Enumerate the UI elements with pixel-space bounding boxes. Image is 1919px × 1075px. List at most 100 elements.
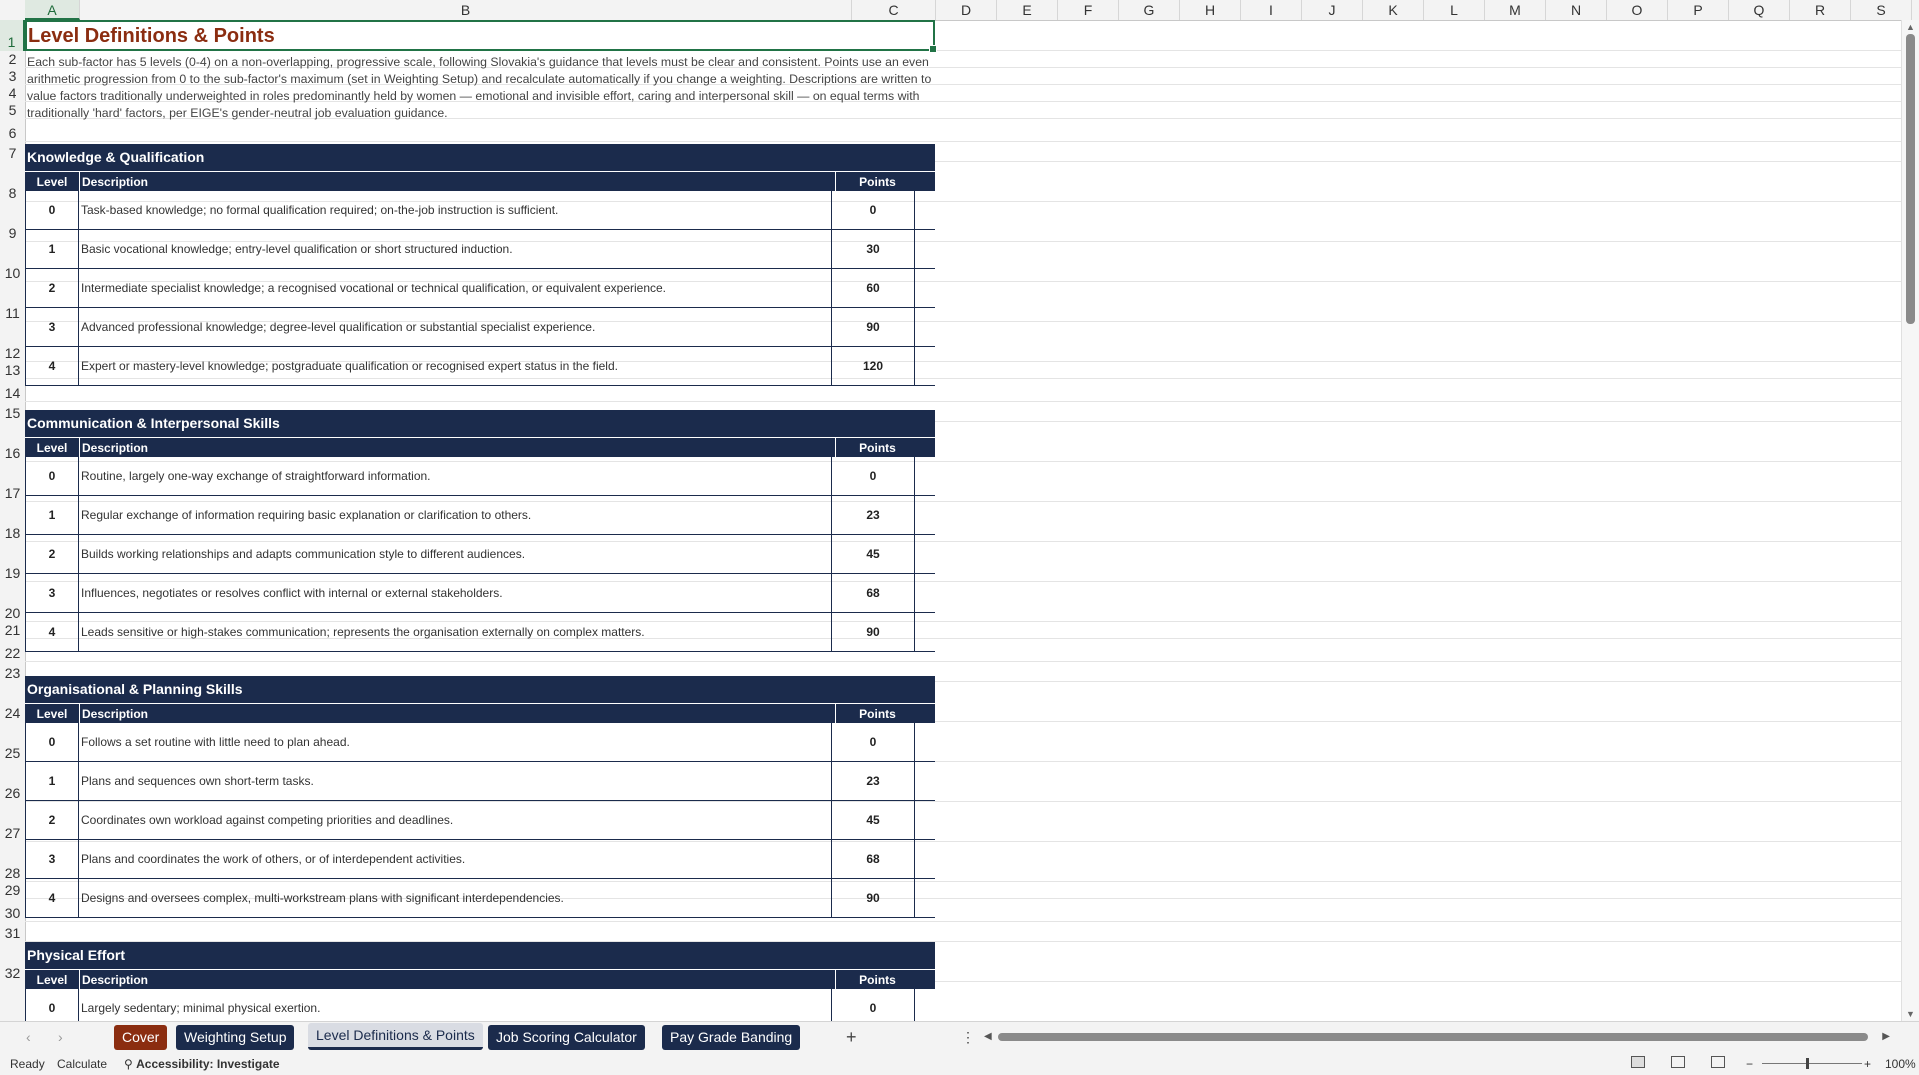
add-sheet-icon[interactable]: + — [846, 1027, 857, 1048]
points-cell[interactable]: 23 — [832, 762, 915, 800]
row-header[interactable]: 27 — [0, 802, 25, 842]
column-header[interactable]: B — [80, 0, 852, 20]
points-header[interactable]: Points — [836, 704, 919, 723]
column-header[interactable]: F — [1058, 0, 1119, 20]
points-cell[interactable]: 45 — [832, 535, 915, 573]
row-header[interactable]: 4 — [0, 85, 25, 102]
description-cell[interactable]: Follows a set routine with little need t… — [79, 723, 832, 761]
row-header[interactable]: 18 — [0, 502, 25, 542]
description-cell[interactable]: Routine, largely one-way exchange of str… — [79, 457, 832, 495]
points-cell[interactable]: 0 — [832, 191, 915, 229]
zoom-in-icon[interactable]: + — [1864, 1057, 1871, 1071]
description-cell[interactable]: Task-based knowledge; no formal qualific… — [79, 191, 832, 229]
points-cell[interactable]: 60 — [832, 269, 915, 307]
description-cell[interactable]: Coordinates own workload against competi… — [79, 801, 832, 839]
sheet-tab[interactable]: Weighting Setup — [176, 1025, 295, 1050]
scroll-up-icon[interactable]: ▲ — [1906, 22, 1915, 32]
row-header[interactable]: 25 — [0, 722, 25, 762]
column-header[interactable]: M — [1485, 0, 1546, 20]
description-cell[interactable]: Advanced professional knowledge; degree-… — [79, 308, 832, 346]
points-cell[interactable]: 90 — [832, 879, 915, 917]
zoom-slider-knob[interactable] — [1806, 1058, 1809, 1069]
points-cell[interactable]: 0 — [832, 457, 915, 495]
zoom-out-icon[interactable]: − — [1746, 1057, 1753, 1071]
points-cell[interactable]: 68 — [832, 574, 915, 612]
column-header[interactable]: L — [1424, 0, 1485, 20]
row-header[interactable]: 17 — [0, 462, 25, 502]
row-header[interactable]: 24 — [0, 682, 25, 722]
row-header[interactable]: 32 — [0, 942, 25, 982]
column-header[interactable]: N — [1546, 0, 1607, 20]
level-cell[interactable]: 0 — [25, 989, 79, 1021]
section-title[interactable]: Knowledge & Qualification — [25, 144, 935, 171]
description-cell[interactable]: Plans and coordinates the work of others… — [79, 840, 832, 878]
row-header[interactable]: 31 — [0, 922, 25, 942]
row-header[interactable]: 16 — [0, 422, 25, 462]
level-cell[interactable]: 3 — [25, 574, 79, 612]
row-header[interactable]: 22 — [0, 639, 25, 662]
row-header[interactable]: 9 — [0, 202, 25, 242]
level-cell[interactable]: 3 — [25, 308, 79, 346]
level-cell[interactable]: 4 — [25, 347, 79, 385]
row-header[interactable]: 13 — [0, 362, 25, 379]
column-header[interactable]: J — [1302, 0, 1363, 20]
description-cell[interactable]: Intermediate specialist knowledge; a rec… — [79, 269, 832, 307]
sheet-tab[interactable]: Pay Grade Banding — [662, 1025, 801, 1050]
level-cell[interactable]: 2 — [25, 269, 79, 307]
points-cell[interactable]: 68 — [832, 840, 915, 878]
points-cell[interactable]: 90 — [832, 308, 915, 346]
points-cell[interactable]: 45 — [832, 801, 915, 839]
description-header[interactable]: Description — [80, 438, 836, 457]
row-header[interactable]: 1 — [0, 20, 25, 51]
level-cell[interactable]: 1 — [25, 230, 79, 268]
row-header[interactable]: 11 — [0, 282, 25, 322]
column-header[interactable]: S — [1851, 0, 1912, 20]
row-header[interactable]: 21 — [0, 622, 25, 639]
column-header[interactable]: O — [1607, 0, 1668, 20]
horizontal-scroll-thumb[interactable] — [998, 1033, 1868, 1041]
description-cell[interactable]: Expert or mastery-level knowledge; postg… — [79, 347, 832, 385]
scroll-right-icon[interactable]: ▶ — [1882, 1031, 1890, 1042]
description-cell[interactable]: Leads sensitive or high-stakes communica… — [79, 613, 832, 651]
description-cell[interactable]: Builds working relationships and adapts … — [79, 535, 832, 573]
vertical-scrollbar[interactable]: ▲ ▼ — [1901, 20, 1919, 1021]
row-header[interactable]: 30 — [0, 899, 25, 922]
points-cell[interactable]: 0 — [832, 989, 915, 1021]
scroll-left-icon[interactable]: ◀ — [984, 1031, 992, 1042]
row-header[interactable]: 6 — [0, 119, 25, 142]
row-header[interactable]: 3 — [0, 68, 25, 85]
normal-view-icon[interactable] — [1631, 1056, 1645, 1068]
row-header[interactable]: 20 — [0, 582, 25, 622]
points-cell[interactable]: 90 — [832, 613, 915, 651]
zoom-level[interactable]: 100% — [1885, 1057, 1916, 1071]
column-header[interactable]: Q — [1729, 0, 1790, 20]
worksheet-grid[interactable]: Level Definitions & Points Each sub-fact… — [25, 20, 1901, 1021]
row-header[interactable]: 14 — [0, 379, 25, 402]
points-cell[interactable]: 30 — [832, 230, 915, 268]
description-cell[interactable]: Largely sedentary; minimal physical exer… — [79, 989, 832, 1021]
points-header[interactable]: Points — [836, 970, 919, 989]
row-header[interactable]: 28 — [0, 842, 25, 882]
column-header[interactable]: H — [1180, 0, 1241, 20]
points-cell[interactable]: 0 — [832, 723, 915, 761]
vertical-scroll-thumb[interactable] — [1906, 34, 1915, 324]
level-cell[interactable]: 1 — [25, 496, 79, 534]
horizontal-scrollbar[interactable]: ◀ ▶ — [982, 1031, 1894, 1043]
row-header[interactable]: 8 — [0, 162, 25, 202]
status-calculate[interactable]: Calculate — [57, 1057, 107, 1071]
description-cell[interactable]: Basic vocational knowledge; entry-level … — [79, 230, 832, 268]
row-header[interactable]: 12 — [0, 322, 25, 362]
points-cell[interactable]: 120 — [832, 347, 915, 385]
row-header[interactable]: 10 — [0, 242, 25, 282]
section-title[interactable]: Physical Effort — [25, 942, 935, 969]
description-cell[interactable]: Designs and oversees complex, multi-work… — [79, 879, 832, 917]
level-cell[interactable]: 3 — [25, 840, 79, 878]
level-cell[interactable]: 0 — [25, 457, 79, 495]
page-break-view-icon[interactable] — [1711, 1056, 1725, 1068]
row-header[interactable]: 19 — [0, 542, 25, 582]
scroll-down-icon[interactable]: ▼ — [1906, 1009, 1915, 1019]
row-header[interactable]: 7 — [0, 142, 25, 162]
section-title[interactable]: Communication & Interpersonal Skills — [25, 410, 935, 437]
points-cell[interactable]: 23 — [832, 496, 915, 534]
level-cell[interactable]: 4 — [25, 613, 79, 651]
